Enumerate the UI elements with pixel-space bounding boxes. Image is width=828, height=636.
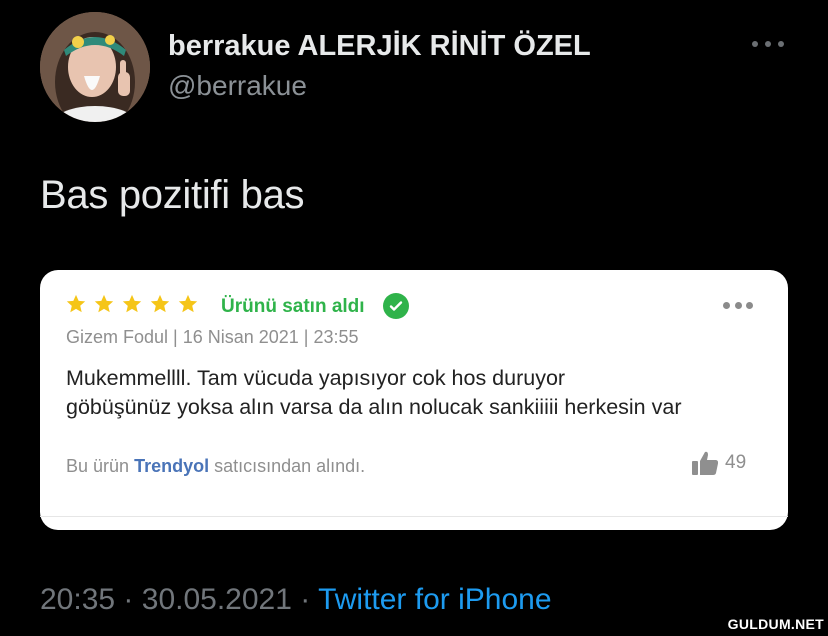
tweet-text: Bas pozitifi bas xyxy=(40,173,305,217)
star-icon xyxy=(66,294,86,313)
tweet-date[interactable]: 30.05.2021 xyxy=(142,583,292,616)
watermark: GULDUM.NET xyxy=(727,616,824,632)
tweet-time[interactable]: 20:35 xyxy=(40,583,115,616)
tweet-source-link[interactable]: Twitter for iPhone xyxy=(318,583,551,616)
thumbs-up-icon xyxy=(692,451,719,475)
review-line: göbüşünüz yoksa alın varsa da alın noluc… xyxy=(66,395,682,419)
like-count-value: 49 xyxy=(725,452,747,473)
dot xyxy=(752,41,758,47)
review-card: Ürünü satın aldı Gizem Fodul | 16 Nisan … xyxy=(40,270,788,530)
avatar-image xyxy=(40,12,150,122)
star-rating xyxy=(65,293,199,315)
divider xyxy=(40,516,788,517)
review-line: Mukemmellll. Tam vücuda yapısıyor cok ho… xyxy=(66,366,566,390)
separator: · xyxy=(300,583,311,616)
seller-info: Bu ürün Trendyol satıcısından alındı. xyxy=(66,456,365,477)
more-options-icon xyxy=(723,300,753,310)
star-icon xyxy=(150,294,170,313)
separator: · xyxy=(123,583,134,616)
check-circle-icon xyxy=(383,293,409,319)
seller-prefix: Bu ürün xyxy=(66,456,130,476)
seller-name: Trendyol xyxy=(134,456,210,476)
review-meta: Gizem Fodul | 16 Nisan 2021 | 23:55 xyxy=(66,327,359,347)
tweet-timestamp: 20:35 · 30.05.2021 · Twitter for iPhone xyxy=(40,583,552,617)
display-name[interactable]: berrakue ALERJİK RİNİT ÖZEL xyxy=(168,30,591,63)
avatar[interactable] xyxy=(40,12,150,122)
dot xyxy=(778,41,784,47)
seller-suffix: satıcısından alındı. xyxy=(214,456,366,476)
like-count: 49 xyxy=(691,450,746,476)
dot xyxy=(765,41,771,47)
dot xyxy=(734,301,742,309)
dot xyxy=(746,301,753,309)
star-icon xyxy=(94,294,114,313)
dot xyxy=(723,301,730,309)
review-text: Mukemmellll. Tam vücuda yapısıyor cok ho… xyxy=(66,364,681,422)
purchased-badge: Ürünü satın aldı xyxy=(221,296,365,317)
user-handle[interactable]: @berrakue xyxy=(168,70,307,102)
star-icon xyxy=(122,294,142,313)
star-icon xyxy=(178,294,198,313)
more-options-icon[interactable] xyxy=(752,34,784,54)
